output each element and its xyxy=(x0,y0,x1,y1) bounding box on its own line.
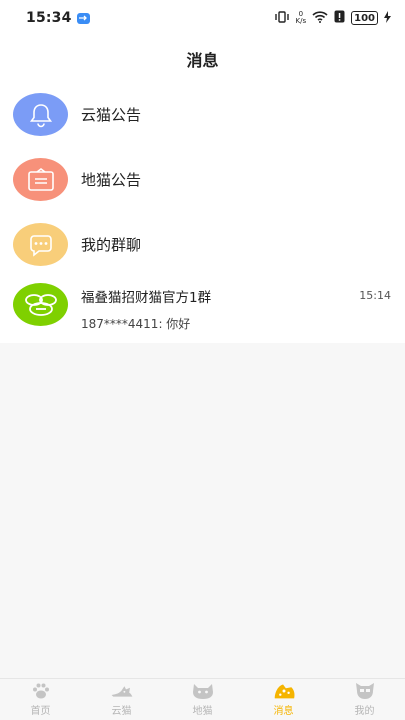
tab-label: 消息 xyxy=(273,706,294,717)
chat-title: 福叠猫招财猫官方1群 xyxy=(81,290,212,306)
tab-profile[interactable]: 我的 xyxy=(324,679,405,720)
status-indicators: 0 K/s 100 xyxy=(274,10,391,26)
cloud-cat-icon xyxy=(110,682,134,700)
list-item-label: 我的群聊 xyxy=(81,236,142,254)
charging-icon xyxy=(384,10,391,26)
profile-cat-icon xyxy=(353,682,377,700)
paw-icon xyxy=(29,682,53,700)
tab-label: 我的 xyxy=(354,706,375,717)
message-list: 云猫公告 地猫公告 我的群聊 福叠猫招财猫官方1群 187****4411: 你… xyxy=(0,82,405,343)
cat-face-icon xyxy=(191,682,215,700)
chat-item-official-group[interactable]: 福叠猫招财猫官方1群 187****4411: 你好 15:14 xyxy=(0,277,405,343)
page-title: 消息 xyxy=(186,51,219,70)
list-item-cloud-cat-announcement[interactable]: 云猫公告 xyxy=(0,82,405,147)
tab-messages[interactable]: 消息 xyxy=(243,679,324,720)
chat-bubble-icon xyxy=(13,223,68,266)
tab-label: 地猫 xyxy=(192,706,213,717)
network-speed-unit: K/s xyxy=(295,17,307,25)
group-avatar xyxy=(13,283,68,326)
app-notification-icon xyxy=(76,12,90,24)
tab-label: 首页 xyxy=(30,706,51,717)
bottom-tab-bar: 首页 云猫 地猫 消息 我的 xyxy=(0,678,405,720)
chat-last-message: 187****4411: 你好 xyxy=(81,317,191,331)
battery-indicator: 100 xyxy=(351,11,378,25)
list-item-ground-cat-announcement[interactable]: 地猫公告 xyxy=(0,147,405,212)
network-speed: 0 K/s xyxy=(296,11,307,25)
list-item-label: 云猫公告 xyxy=(81,106,142,124)
tab-cloud-cat[interactable]: 云猫 xyxy=(81,679,162,720)
wifi-icon xyxy=(312,10,328,26)
vibrate-icon xyxy=(274,10,290,26)
tab-ground-cat[interactable]: 地猫 xyxy=(162,679,243,720)
bell-icon xyxy=(13,93,68,136)
status-bar: 15:34 0 K/s 100 xyxy=(0,0,405,36)
tab-home[interactable]: 首页 xyxy=(0,679,81,720)
tab-label: 云猫 xyxy=(111,706,132,717)
status-time: 15:34 xyxy=(26,10,72,26)
chat-text: 福叠猫招财猫官方1群 187****4411: 你好 xyxy=(81,283,211,332)
list-item-my-group-chats[interactable]: 我的群聊 xyxy=(0,212,405,277)
page-header: 消息 xyxy=(0,36,405,82)
message-cat-icon xyxy=(272,682,296,700)
list-item-label: 地猫公告 xyxy=(81,171,142,189)
chat-timestamp: 15:14 xyxy=(359,289,391,302)
notice-board-icon xyxy=(13,158,68,201)
alert-icon xyxy=(334,10,345,26)
